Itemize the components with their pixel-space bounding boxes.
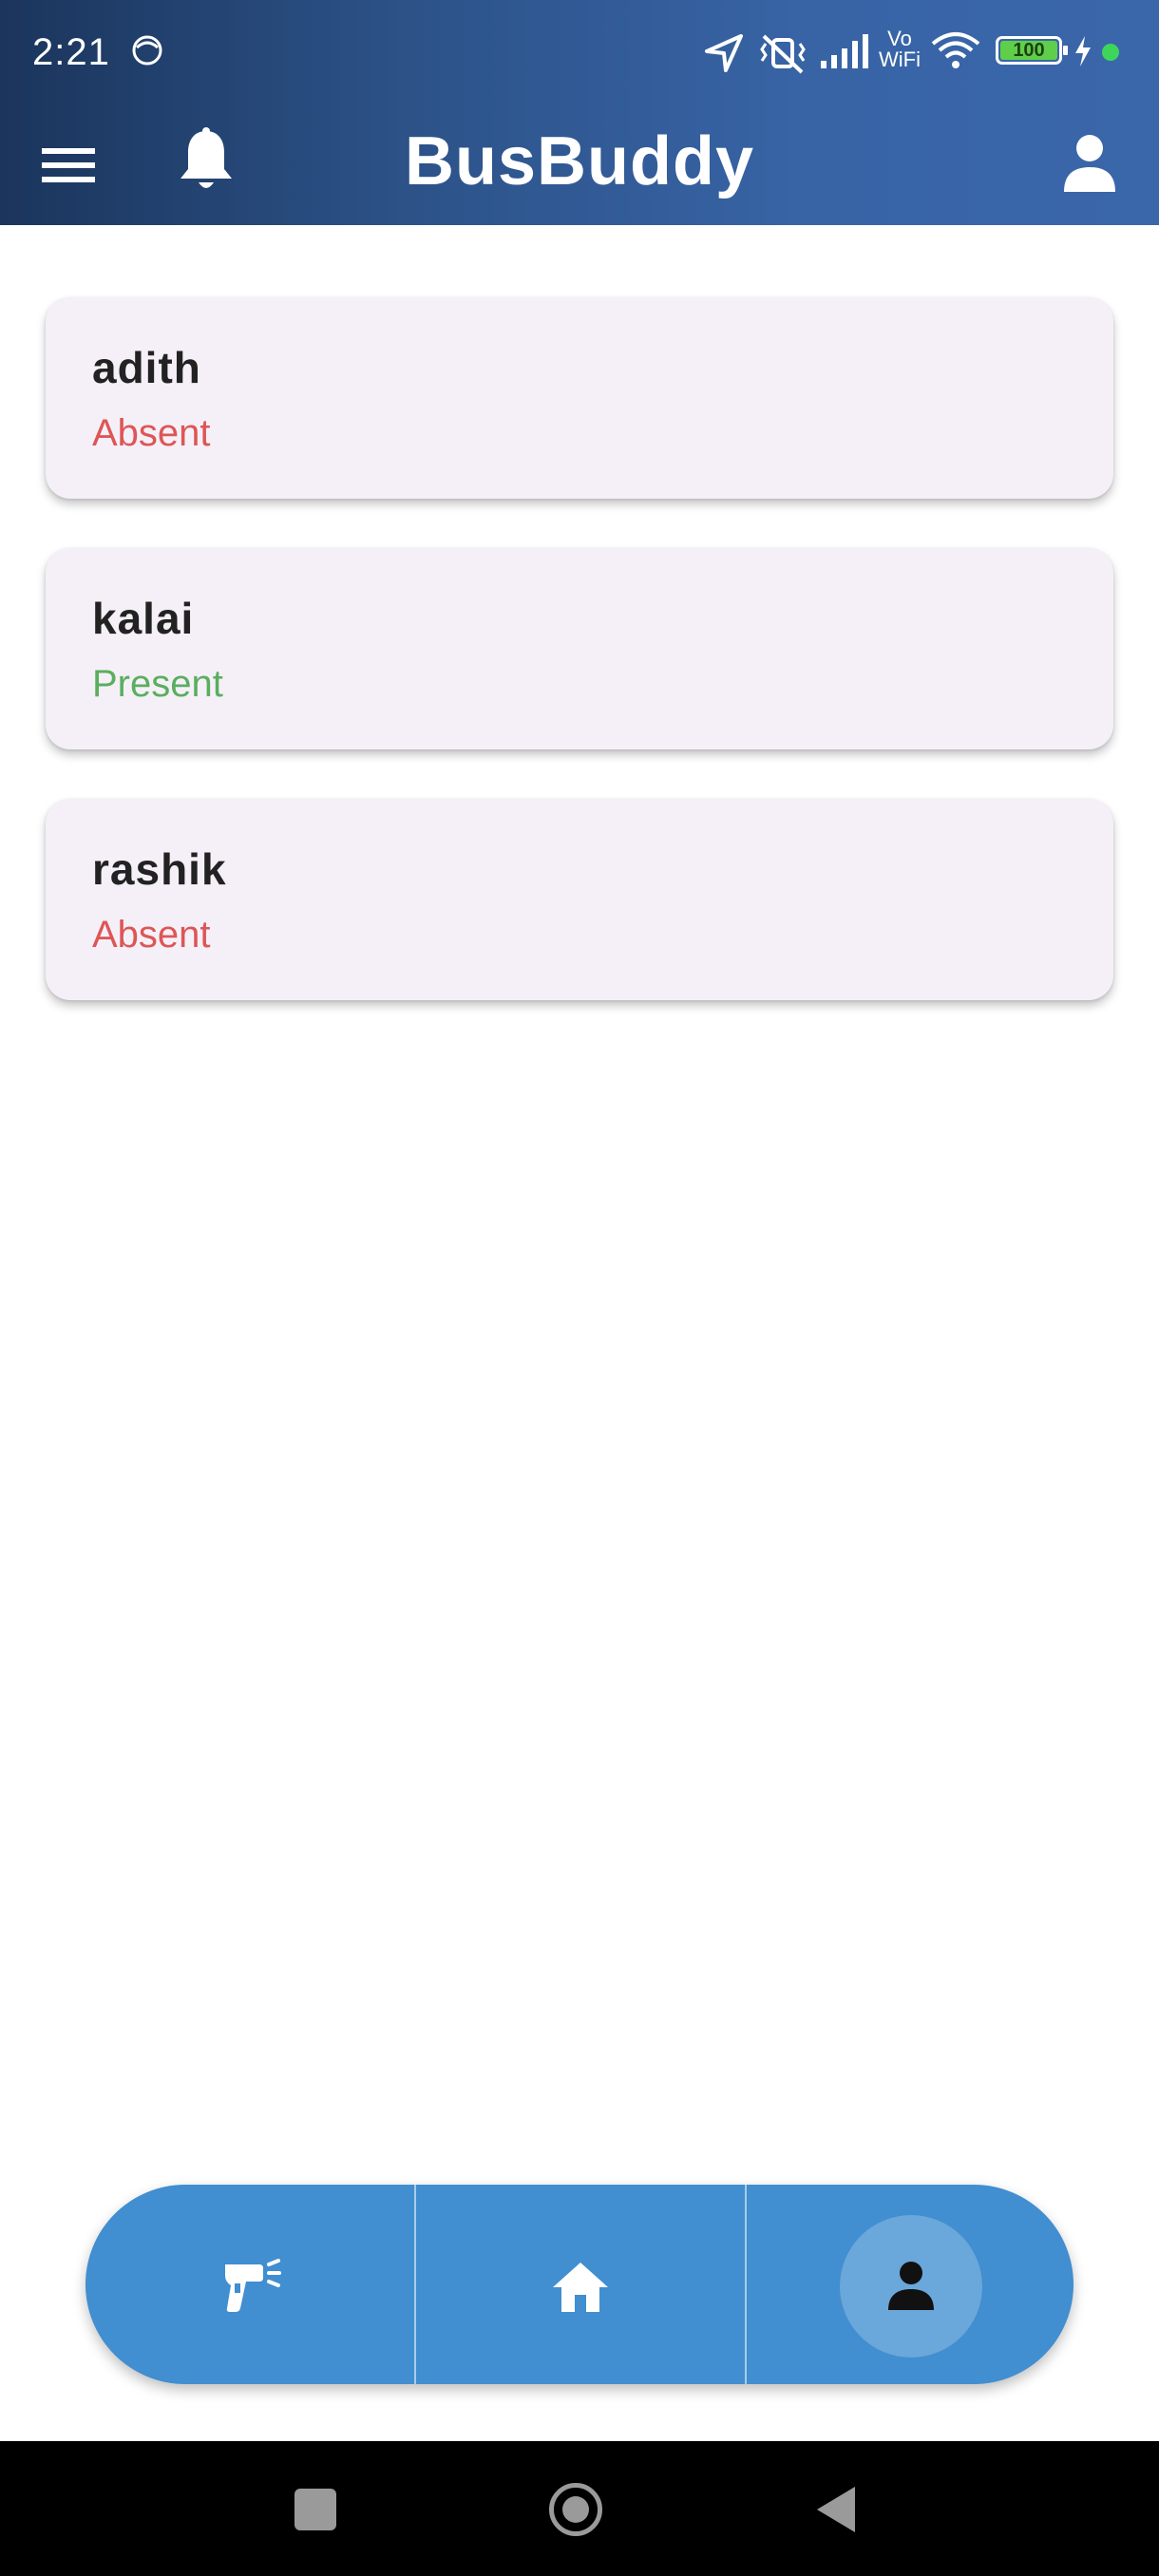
student-status: Absent — [92, 412, 211, 454]
person-icon — [1064, 135, 1115, 192]
app-bar: BusBuddy — [0, 104, 1159, 225]
vowifi-indicator: Vo WiFi — [878, 28, 922, 70]
student-name: adith — [92, 343, 201, 392]
student-name: rashik — [92, 844, 227, 894]
student-status: Present — [92, 663, 223, 705]
wifi-icon — [931, 32, 980, 68]
privacy-dot — [1102, 44, 1119, 61]
bottom-nav — [86, 2185, 1074, 2384]
recents-button[interactable] — [294, 2489, 336, 2530]
profile-button[interactable] — [1056, 127, 1123, 199]
home-system-button[interactable] — [549, 2483, 602, 2536]
nav-item-scanner[interactable] — [86, 2185, 414, 2384]
nav-item-home[interactable] — [416, 2185, 745, 2384]
status-bar: 2:21 Vo WiFi 100 — [0, 0, 1159, 104]
notification-icon — [132, 35, 162, 66]
student-card[interactable]: rashik Absent — [46, 799, 1113, 1000]
charging-icon — [1075, 36, 1091, 66]
screen: 2:21 Vo WiFi 100 BusBuddy adith Absent k… — [0, 0, 1159, 2576]
battery-icon: 100 — [996, 36, 1068, 65]
vowifi-top: Vo — [887, 27, 912, 50]
student-card[interactable]: adith Absent — [46, 297, 1113, 499]
location-icon — [705, 34, 743, 72]
person-icon — [888, 2262, 934, 2310]
vibrate-off-icon — [760, 34, 806, 74]
student-name: kalai — [92, 594, 195, 643]
vowifi-bottom: WiFi — [879, 47, 921, 71]
student-card[interactable]: kalai Present — [46, 548, 1113, 749]
nav-item-profile[interactable] — [747, 2185, 1074, 2384]
signal-icon — [821, 34, 868, 68]
scanner-icon — [225, 2259, 281, 2312]
header: 2:21 Vo WiFi 100 BusBuddy — [0, 0, 1159, 225]
home-icon — [553, 2263, 608, 2312]
battery-level: 100 — [1013, 40, 1045, 61]
system-nav-bar — [0, 2441, 1159, 2576]
status-time: 2:21 — [32, 31, 110, 73]
app-title: BusBuddy — [405, 123, 754, 199]
back-button[interactable] — [815, 2485, 857, 2534]
student-status: Absent — [92, 914, 211, 956]
